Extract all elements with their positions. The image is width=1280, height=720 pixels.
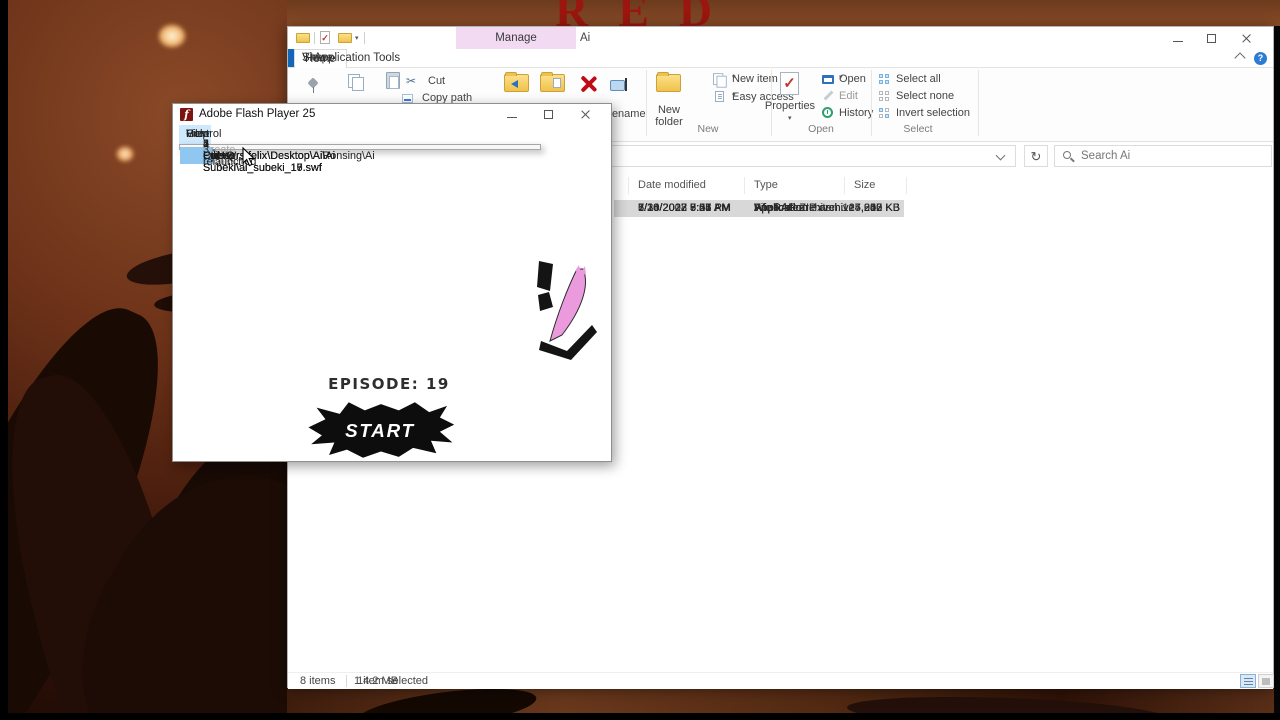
search-input[interactable] [1079, 147, 1259, 165]
letterbox-bar [0, 713, 1280, 720]
desktop: RED ✓ ▾ Manage Ai FileHomeShareViewAppli… [0, 0, 1280, 720]
start-button[interactable]: START [304, 399, 456, 461]
quick-access-dropdown-icon[interactable]: ▾ [355, 34, 359, 42]
thumbnail-view-button[interactable] [1258, 674, 1274, 688]
flash-window-title: Adobe Flash Player 25 [199, 108, 316, 120]
mouse-cursor [242, 147, 256, 167]
flash-player-window: f Adobe Flash Player 25 File View Control H… [172, 103, 612, 462]
edit-label[interactable]: Edit [839, 90, 858, 102]
group-divider [871, 70, 872, 136]
explorer-title-bar[interactable]: ✓ ▾ Manage Ai [288, 27, 1273, 49]
properties-dropdown-icon[interactable]: ▾ [788, 114, 792, 122]
status-bar: 8 items 1 item selected 14.2 MB [288, 672, 1274, 689]
address-dropdown-icon[interactable] [995, 150, 1006, 161]
wallpaper-art [846, 692, 1168, 713]
history-label[interactable]: History [839, 107, 873, 119]
column-separator[interactable] [844, 177, 845, 194]
manage-contextual-tab[interactable]: Manage [456, 27, 576, 49]
paste-icon[interactable] [386, 72, 400, 89]
minimize-button[interactable] [507, 104, 539, 125]
column-header-date[interactable]: Date modified [638, 179, 706, 191]
group-label-new: New [697, 123, 719, 135]
wallpaper-light-blob [116, 146, 134, 162]
maximize-button[interactable] [1207, 27, 1241, 49]
edit-icon[interactable] [822, 90, 834, 102]
quick-access-properties-icon[interactable]: ✓ [320, 31, 330, 44]
wallpaper-art [355, 688, 539, 713]
cell-size: 52 KB [870, 202, 900, 214]
select-all-label[interactable]: Select all [896, 73, 941, 85]
search-box[interactable] [1054, 145, 1272, 167]
explorer-tabs: FileHomeShareViewApplication Tools [288, 49, 1273, 68]
separator [314, 32, 315, 44]
open-icon[interactable] [822, 75, 834, 84]
wallpaper-right-strip [1274, 26, 1280, 713]
close-button[interactable] [580, 104, 612, 125]
invert-selection-label[interactable]: Invert selection [896, 107, 970, 119]
select-none-label[interactable]: Select none [896, 90, 954, 102]
menu-item[interactable]: Exit Ctrl+Q [180, 147, 235, 164]
separator [364, 32, 365, 44]
column-separator[interactable] [906, 177, 907, 194]
delete-icon[interactable] [578, 74, 598, 94]
wallpaper-title-text: RED [555, 0, 743, 26]
flash-player-icon: f [180, 108, 193, 121]
properties-label[interactable]: Properties [764, 100, 816, 112]
close-button[interactable] [1241, 27, 1275, 49]
new-item-icon[interactable] [713, 73, 727, 88]
flash-title-bar[interactable]: f Adobe Flash Player 25 [173, 104, 611, 125]
pin-to-quick-access-icon[interactable] [306, 78, 320, 93]
search-icon [1063, 151, 1071, 159]
minimize-button[interactable] [1173, 27, 1207, 49]
wallpaper-bottom-strip [287, 688, 1280, 713]
selection-summary: 1 item selected 14.2 MB [354, 675, 428, 687]
column-separator[interactable] [628, 177, 629, 194]
new-folder-icon[interactable] [656, 72, 681, 92]
select-all-icon[interactable] [879, 74, 890, 85]
flash-logo-art [537, 261, 597, 360]
item-count: 8 items [300, 675, 336, 687]
quick-access-folder-icon[interactable] [338, 33, 352, 43]
copy-icon[interactable] [348, 74, 364, 91]
window-title: Ai [580, 32, 591, 44]
column-header-size[interactable]: Size [854, 179, 875, 191]
invert-selection-icon[interactable] [879, 108, 890, 119]
refresh-button[interactable]: ↻ [1024, 145, 1048, 167]
separator [346, 675, 347, 687]
group-divider [978, 70, 979, 136]
cut-label[interactable]: Cut [428, 75, 445, 87]
group-label-select: Select [903, 123, 933, 135]
flash-file-menu: Open... Ctrl+O Close Ctrl+W Print... Create P… [179, 138, 541, 174]
easy-access-icon[interactable] [715, 91, 724, 102]
quick-access-folder-icon[interactable] [296, 33, 310, 43]
wallpaper-light-blob [158, 24, 186, 48]
cut-icon[interactable]: ✂ [406, 74, 420, 88]
episode-title: EPISODE: 19 [328, 375, 450, 393]
maximize-button[interactable] [544, 104, 576, 125]
column-header-type[interactable]: Type [754, 179, 778, 191]
copy-to-icon[interactable] [540, 72, 565, 92]
help-icon[interactable]: ? [1254, 52, 1267, 65]
rename-icon[interactable] [610, 78, 630, 91]
wallpaper-top-strip: RED [287, 0, 1280, 26]
tab-application-tools[interactable]: Application Tools [304, 49, 410, 67]
properties-icon[interactable]: ✓ [780, 72, 799, 95]
start-label: START [345, 420, 415, 441]
select-none-icon[interactable] [879, 91, 890, 102]
copy-path-icon[interactable] [402, 94, 413, 103]
history-icon[interactable] [822, 107, 833, 118]
move-to-icon[interactable] [504, 72, 529, 92]
flash-content: EPISODE: 19 START CREATED BY RONINSONG S… [174, 144, 610, 461]
group-label-open: Open [808, 123, 834, 135]
cell-date: 3/13/2002 8:46 AM [638, 202, 731, 214]
column-separator[interactable] [744, 177, 745, 194]
details-view-button[interactable] [1240, 674, 1256, 688]
